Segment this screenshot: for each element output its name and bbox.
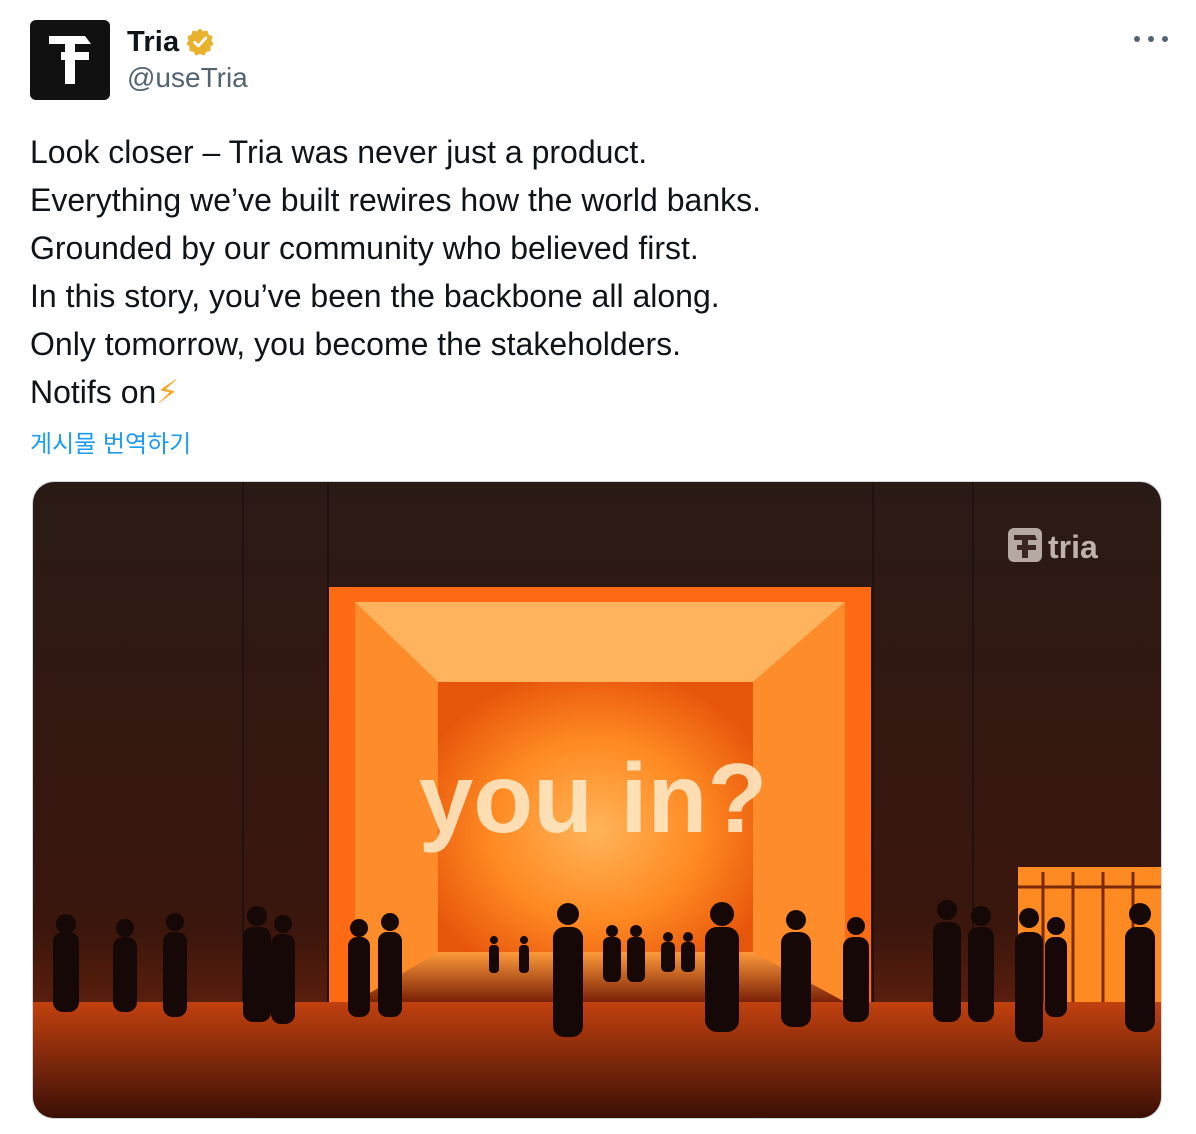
- more-options-icon[interactable]: [1134, 28, 1168, 50]
- tweet-line-last: Notifs on⚡: [30, 368, 1160, 416]
- tweet-text: Look closer – Tria was never just a prod…: [30, 128, 1160, 416]
- media-brand-text: tria: [1048, 529, 1098, 565]
- author-name-row: Tria: [127, 22, 215, 62]
- more-dot: [1162, 36, 1168, 42]
- verified-badge-icon: [185, 27, 215, 57]
- tria-logo-icon: [49, 36, 91, 84]
- media-brand-logo: tria: [1008, 528, 1098, 565]
- tweet-line: Look closer – Tria was never just a prod…: [30, 134, 648, 170]
- tweet-line: Only tomorrow, you become the stakeholde…: [30, 326, 681, 362]
- media-illustration: you in? tria: [33, 482, 1161, 1118]
- author-handle[interactable]: @useTria: [127, 62, 248, 94]
- tweet-media-image[interactable]: you in? tria: [32, 481, 1162, 1119]
- translate-post-link[interactable]: 게시물 번역하기: [30, 424, 191, 459]
- tweet-line: Everything we’ve built rewires how the w…: [30, 182, 761, 218]
- lightning-emoji-icon: ⚡: [156, 374, 179, 410]
- tweet-line: Notifs on: [30, 374, 157, 410]
- more-dot: [1134, 36, 1140, 42]
- author-display-name[interactable]: Tria: [127, 26, 179, 59]
- media-headline: you in?: [419, 743, 767, 853]
- tweet-line: Grounded by our community who believed f…: [30, 230, 699, 266]
- avatar[interactable]: [30, 20, 110, 100]
- more-dot: [1148, 36, 1154, 42]
- tweet-line: In this story, you’ve been the backbone …: [30, 278, 720, 314]
